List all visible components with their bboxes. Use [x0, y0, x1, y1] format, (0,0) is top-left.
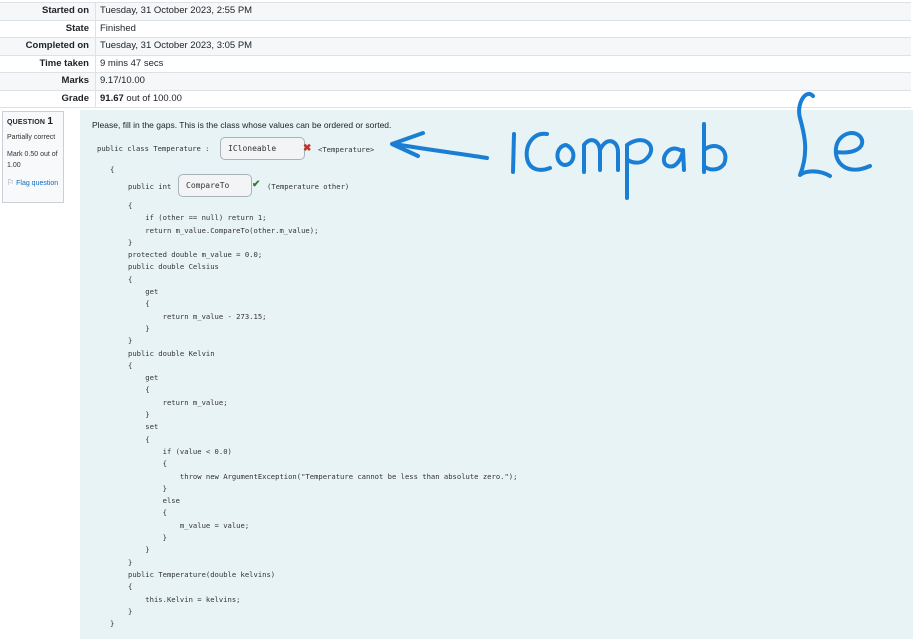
- attempt-summary-table: Started on Tuesday, 31 October 2023, 2:5…: [0, 2, 911, 108]
- summary-row-state: State Finished: [0, 19, 911, 37]
- summary-value: Finished: [100, 22, 136, 34]
- question-content: Please, fill in the gaps. This is the cl…: [80, 110, 913, 639]
- question-prompt: Please, fill in the gaps. This is the cl…: [92, 120, 392, 130]
- question-mark: Mark 0.50 out of 1.00: [7, 151, 58, 169]
- summary-label: State: [0, 20, 96, 37]
- grade-value: 91.67: [100, 92, 124, 104]
- code-open-brace: {: [110, 165, 115, 174]
- summary-label: Marks: [0, 73, 96, 90]
- summary-label: Completed on: [0, 38, 96, 55]
- correct-icon: ✔: [252, 179, 261, 190]
- flag-icon[interactable]: ⚐: [7, 178, 14, 187]
- summary-label: Started on: [0, 3, 96, 20]
- summary-value: 9 mins 47 secs: [100, 57, 164, 69]
- code-method-suffix: (Temperature other): [267, 182, 350, 191]
- summary-label: Grade: [0, 90, 96, 107]
- summary-row-completed: Completed on Tuesday, 31 October 2023, 3…: [0, 37, 911, 55]
- summary-row-marks: Marks 9.17/10.00: [0, 72, 911, 90]
- code-close-brace: }: [110, 619, 115, 628]
- summary-value: 9.17/10.00: [100, 75, 145, 86]
- question-title: QUESTION 1: [7, 116, 59, 127]
- flag-question-link[interactable]: ⚐ Flag question: [7, 178, 59, 189]
- flag-question-label[interactable]: Flag question: [16, 180, 58, 187]
- summary-row-grade: Grade 91.67 out of 100.00: [0, 89, 911, 108]
- summary-value: Tuesday, 31 October 2023, 3:05 PM: [100, 40, 253, 51]
- gap-input-1[interactable]: ICloneable: [220, 137, 305, 160]
- summary-row-time-taken: Time taken 9 mins 47 secs: [0, 54, 911, 72]
- incorrect-icon: ✖: [303, 143, 312, 154]
- summary-value: 91.67 out of 100.00: [96, 91, 182, 108]
- code-method-prefix: public int: [128, 182, 172, 191]
- code-class-declaration: public class Temperature :: [97, 144, 210, 153]
- question-title-prefix: QUESTION: [7, 119, 46, 126]
- question-info-box: QUESTION 1 Partially correct Mark 0.50 o…: [2, 111, 64, 203]
- code-body: { if (other == null) return 1; return m_…: [128, 201, 518, 616]
- gap-input-2[interactable]: CompareTo: [178, 174, 252, 197]
- grade-out-of: out of 100.00: [123, 92, 182, 104]
- question-state: Partially correct: [7, 134, 56, 141]
- summary-label: Time taken: [0, 55, 96, 72]
- question-number: 1: [47, 116, 54, 127]
- code-class-generic: <Temperature>: [318, 145, 375, 154]
- summary-row-started: Started on Tuesday, 31 October 2023, 2:5…: [0, 2, 911, 20]
- summary-value: Tuesday, 31 October 2023, 2:55 PM: [100, 5, 253, 16]
